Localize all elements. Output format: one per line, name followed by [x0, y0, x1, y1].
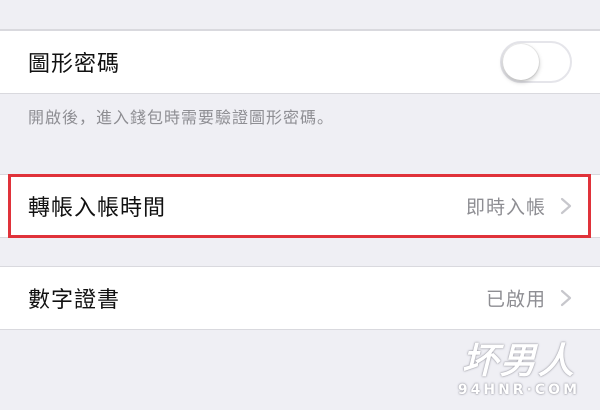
digital-certificate-label: 數字證書 — [28, 288, 121, 313]
transfer-time-value: 即時入帳 — [465, 196, 546, 219]
watermark-domain: 94HNR·COM — [457, 382, 580, 398]
toggle-knob — [503, 44, 539, 80]
chevron-right-icon — [560, 289, 572, 307]
pattern-password-toggle[interactable] — [500, 41, 572, 83]
watermark: 坏男人 94HNR·COM — [457, 341, 580, 399]
transfer-time-label: 轉帳入帳時間 — [28, 196, 167, 221]
pattern-password-label: 圖形密碼 — [28, 52, 121, 77]
digital-certificate-row[interactable]: 數字證書 已啟用 — [0, 266, 600, 330]
pattern-password-row[interactable]: 圖形密碼 — [0, 30, 600, 94]
top-divider-area — [0, 0, 600, 30]
pattern-password-footnote: 開啟後，進入錢包時需要驗證圖形密碼。 — [28, 108, 335, 127]
transfer-time-row[interactable]: 轉帳入帳時間 即時入帳 — [0, 174, 600, 238]
watermark-logo-text: 坏男人 — [461, 341, 576, 382]
chevron-right-icon — [560, 197, 572, 215]
digital-certificate-value: 已啟用 — [485, 288, 546, 311]
